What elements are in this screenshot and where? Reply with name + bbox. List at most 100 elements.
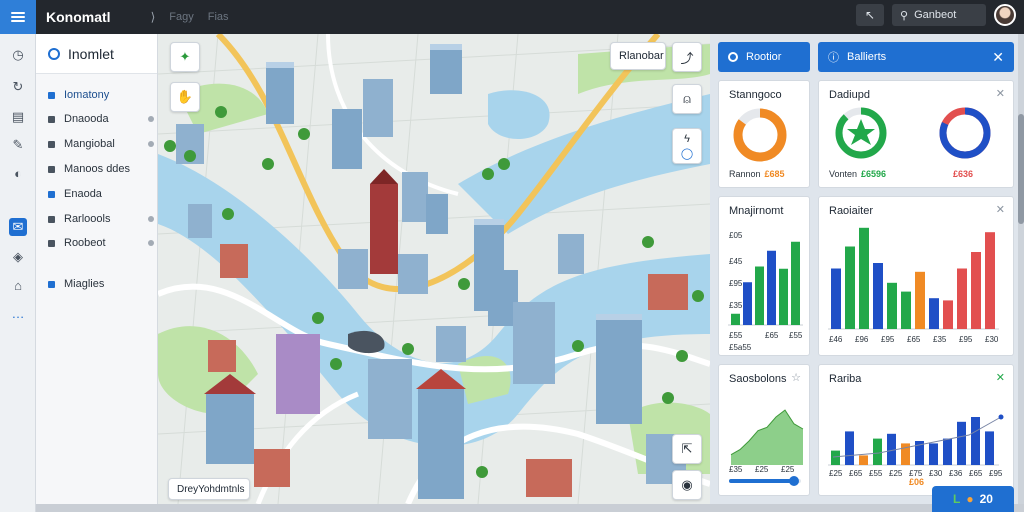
document-icon[interactable]: ▤ [9,108,27,126]
nav-item-3[interactable]: Manoos ddes [48,160,154,178]
foot-label: Vonten [829,169,858,179]
map-top-label[interactable]: Rlanobar [610,42,666,70]
foot-value: £6596 [861,169,887,179]
status-badge[interactable]: L ● 20 [932,486,1014,512]
map-pan-button[interactable]: ✋ [170,82,200,112]
city-map[interactable]: ✦ ✋ Rlanobar ⤴ ⍝ ϟ ◯ ⇱ ◉ DreyYohdmtnls [158,34,710,504]
foot-label: Rannon [729,169,761,179]
nav-label: Enaoda [64,188,102,200]
user-avatar[interactable] [994,4,1016,26]
x-tick: £25 [889,469,903,478]
x-tick: £65 [849,469,863,478]
bar-1[interactable] [845,431,854,465]
bar-11[interactable] [985,232,995,329]
hand-icon: ✋ [176,89,194,104]
square-icon [48,215,55,223]
bar-6[interactable] [915,271,925,329]
pointer-button[interactable]: ↖ [856,4,884,26]
dot-icon [148,240,154,246]
compass-icon[interactable]: ◈ [9,248,27,266]
map-layer-button[interactable]: ✦ [170,42,200,72]
map-route-button[interactable]: ⇱ [672,434,702,464]
bar-9[interactable] [957,268,967,330]
bar-7[interactable] [929,298,939,329]
map-user-button[interactable]: ⍝ [672,84,702,114]
square-icon [48,165,55,173]
nav-label: Mangiobal [64,138,115,150]
top-menu-2[interactable]: Fias [208,11,229,23]
clock-icon[interactable]: ◷ [9,46,27,64]
map-zoom-control[interactable]: ϟ ◯ [672,128,702,164]
panel-button-right[interactable]: ⓘ Ballierts ✕ [818,42,1014,72]
bar-5[interactable] [791,241,800,325]
bar-1[interactable] [743,282,752,325]
palette-icon[interactable]: ◐ [9,164,27,182]
bar-8[interactable] [943,300,953,329]
bar-1[interactable] [845,246,855,330]
top-menu-1[interactable]: Fagy [169,11,193,23]
nav-item-4[interactable]: Enaoda [48,185,154,203]
nav-arrow-icon[interactable]: ⟩ [151,10,156,24]
bar-2[interactable] [859,455,868,465]
nav-header: Inomlet [36,34,157,74]
home-icon[interactable]: ⌂ [9,276,27,294]
bar-0[interactable] [831,268,841,330]
app-logo[interactable] [0,0,36,34]
x-tick: £25 [781,465,795,474]
nav-item-6[interactable]: Roobeot [48,234,154,252]
bar-2[interactable] [859,227,869,329]
x-tick: £55 [729,331,743,340]
nav-item-7[interactable]: Miaglies [48,275,154,293]
scrollbar-thumb[interactable] [1018,114,1024,224]
pen-icon[interactable]: ✎ [9,136,27,154]
square-icon [48,190,55,198]
panel-button-left[interactable]: Rootior [718,42,810,72]
nav-item-5[interactable]: Rarloools [48,210,154,228]
x-tick: £96 [855,335,869,344]
side-nav: Inomlet Iomatony Dnaooda Mangiobal Manoo… [36,34,158,504]
nav-item-1[interactable]: Dnaooda [48,110,154,128]
bar-3[interactable] [767,250,776,325]
x-tick: £35 [729,465,743,474]
close-icon[interactable]: ✕ [992,49,1004,66]
search-box[interactable]: ⚲ Ganbeot [892,4,986,26]
bar-3[interactable] [873,438,882,465]
bar-9[interactable] [957,421,966,465]
bar-0[interactable] [731,313,740,325]
panel-button-right-label: Ballierts [847,51,887,63]
nav-label: Miaglies [64,278,105,290]
nav-item-0[interactable]: Iomatony [48,86,154,104]
bar-10[interactable] [971,252,981,329]
donut-card-2: Dadiupd ✕ Vonten £6596 £636 [818,80,1014,188]
pointer-icon: ↖ [864,8,876,22]
bar-0[interactable] [831,450,840,465]
bar-2[interactable] [755,266,764,326]
bar-7[interactable] [929,443,938,465]
more-icon[interactable]: … [9,304,27,322]
x-tick: £95 [959,335,973,344]
app-title: Konomatl [46,9,111,25]
x-tick: £65 [907,335,921,344]
map-share-button[interactable]: ⤴ [672,42,702,72]
bar-4[interactable] [779,268,788,325]
progress-handle[interactable] [789,476,799,486]
dashboard-panel: Rootior ⓘ Ballierts ✕ Stanngoco Rannon £685… [710,34,1024,504]
x-tick: £65 [969,469,983,478]
map-locate-button[interactable]: ◉ [672,470,702,500]
target-icon [728,52,738,62]
bar-5[interactable] [901,291,911,329]
bar-3[interactable] [873,263,883,329]
dot-icon [148,216,154,222]
lightning-icon: ϟ [684,132,690,145]
bar-8[interactable] [943,438,952,465]
bar-11[interactable] [985,431,994,465]
square-icon [48,140,55,148]
x-tick: £55 [869,469,883,478]
square-icon [48,91,55,99]
mail-icon[interactable]: ✉ [9,218,27,236]
page-scrollbar[interactable] [1018,34,1024,504]
refresh-icon[interactable]: ↻ [9,78,27,96]
nav-item-2[interactable]: Mangiobal [48,135,154,153]
bar-10[interactable] [971,417,980,465]
bar-4[interactable] [887,282,897,329]
